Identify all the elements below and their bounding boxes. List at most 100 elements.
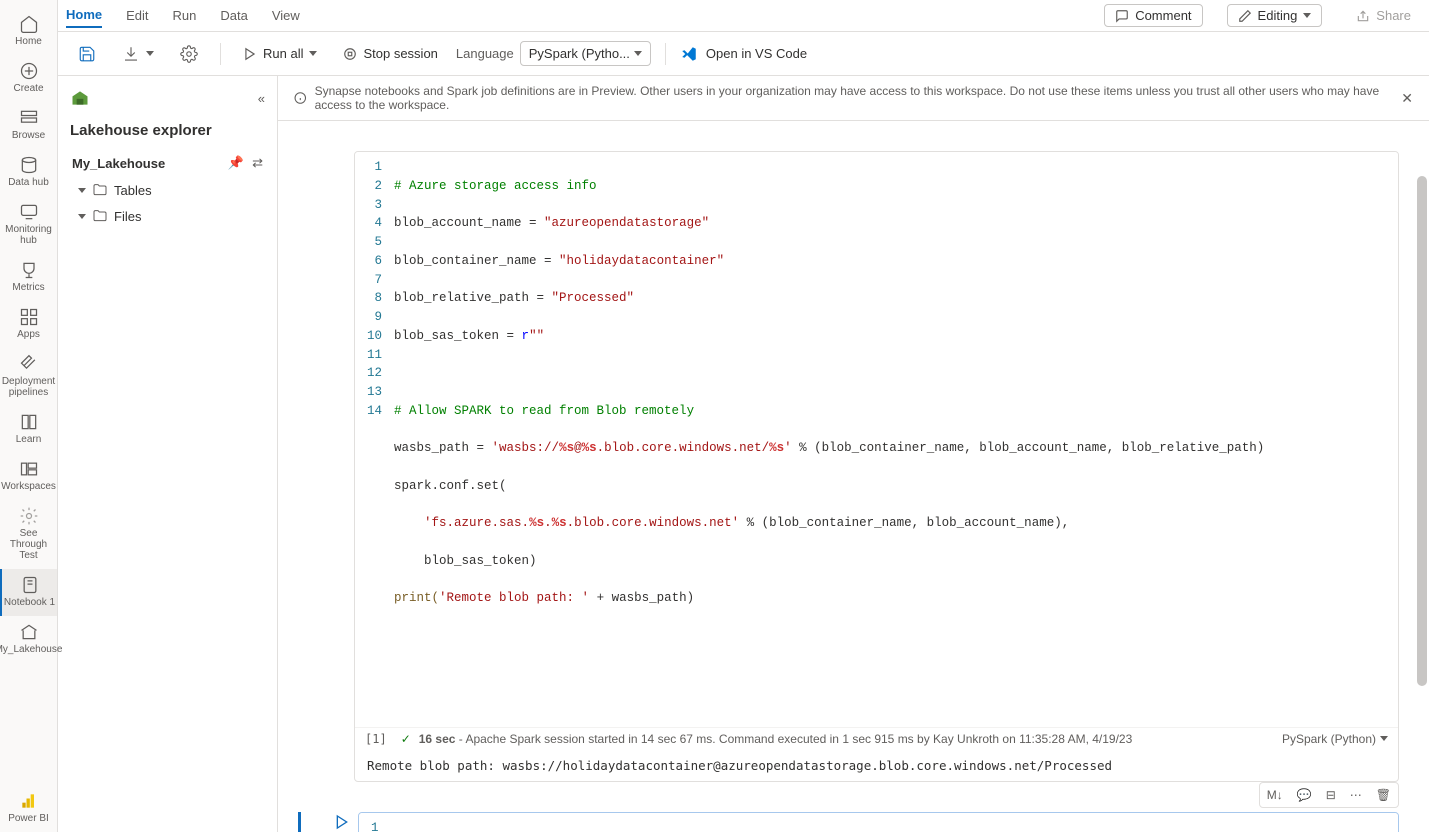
chevron-down-icon [146,51,154,56]
main-area: Home Edit Run Data View Comment Editing … [58,0,1429,832]
info-bar-text: Synapse notebooks and Spark job definiti… [315,84,1394,112]
cell-delete-button[interactable]: 🗑 [1371,785,1396,805]
code-editor-1[interactable]: 1234567891011121314 # Azure storage acce… [355,152,1398,727]
refresh-icon[interactable]: ⇄ [252,155,263,171]
rail-metrics[interactable]: Metrics [0,254,57,301]
cell-1: 1234567891011121314 # Azure storage acce… [298,151,1399,782]
plus-circle-icon [19,61,39,81]
run-all-label: Run all [263,46,303,61]
language-select[interactable]: PySpark (Pytho... [520,41,651,66]
cell-1-lang[interactable]: PySpark (Python) [1282,732,1376,746]
gear-icon [180,45,198,63]
tree-files[interactable]: Files [58,203,277,229]
rail-powerbi[interactable]: Power BI [0,785,57,832]
chevron-down-icon [1380,736,1388,741]
convert-md-button[interactable]: M↓ [1262,785,1288,805]
save-icon [78,45,96,63]
rail-create[interactable]: Create [0,55,57,102]
save-button[interactable] [70,41,104,67]
pencil-icon [1238,9,1252,23]
home-icon [19,14,39,34]
rocket-icon [19,354,39,374]
tree-tables[interactable]: Tables [58,177,277,203]
settings-button[interactable] [172,41,206,67]
language-label: Language [456,46,514,61]
workspaces-icon [19,459,39,479]
lakehouse-name-row[interactable]: My_Lakehouse 📌 ⇄ [58,149,277,177]
rail-learn-label: Learn [16,434,42,445]
rail-notebook-label: Notebook 1 [4,597,55,608]
lakehouse-name: My_Lakehouse [72,156,165,171]
notebook-icon [20,575,40,595]
cell-more-button[interactable]: ⋯ [1345,785,1367,805]
menu-run[interactable]: Run [173,4,197,27]
rail-mylakehouse-label: My_Lakehouse [0,644,62,655]
rail-deployment[interactable]: Deployment pipelines [0,348,57,406]
comment-label: Comment [1135,8,1191,23]
stop-session-button[interactable]: Stop session [335,42,445,65]
browse-icon [19,108,39,128]
rail-mylakehouse[interactable]: My_Lakehouse [0,616,57,663]
menubar: Home Edit Run Data View Comment Editing … [58,0,1429,32]
rail-workspaces-label: Workspaces [1,481,56,492]
cell-collapse-button[interactable]: ⊟ [1321,785,1341,805]
menu-edit[interactable]: Edit [126,4,148,27]
apps-icon [19,307,39,327]
code-editor-2[interactable]: 1234 # Read Parquet file into a DataFram… [359,813,1398,832]
book-icon [19,412,39,432]
menu-data[interactable]: Data [220,4,247,27]
share-button[interactable]: Share [1346,5,1421,26]
rail-apps[interactable]: Apps [0,301,57,348]
rail-browse[interactable]: Browse [0,102,57,149]
pin-icon[interactable]: 📌 [228,155,244,171]
rail-create-label: Create [13,83,43,94]
powerbi-icon [19,791,39,811]
chevron-down-icon [78,188,86,193]
menu-view[interactable]: View [272,4,300,27]
rail-learn[interactable]: Learn [0,406,57,453]
rail-seethrough-label: See Through Test [0,528,57,561]
cell-2-toolbar: M↓ 💬 ⊟ ⋯ 🗑 [1259,782,1399,808]
download-button[interactable] [114,41,162,67]
rail-workspaces[interactable]: Workspaces [0,453,57,500]
comment-icon [1115,9,1129,23]
chevron-down-icon [309,51,317,56]
run-all-button[interactable]: Run all [235,42,325,65]
explorer-title: Lakehouse explorer [58,116,277,149]
cell-1-output: Remote blob path: wasbs://holidaydatacon… [355,750,1398,781]
editing-button[interactable]: Editing [1227,4,1323,27]
data-hub-icon [19,155,39,175]
folder-icon [92,182,108,198]
close-info-icon[interactable]: ✕ [1401,90,1413,107]
cell-comment-button[interactable]: 💬 [1292,785,1317,805]
share-icon [1356,9,1370,23]
lakehouse-icon [19,622,39,642]
rail-monitoring[interactable]: Monitoring hub [0,196,57,254]
chevron-down-icon [1303,13,1311,18]
tree-files-label: Files [114,209,141,224]
rail-home-label: Home [15,36,42,47]
comment-button[interactable]: Comment [1104,4,1202,27]
open-vscode-button[interactable]: Open in VS Code [680,45,807,63]
rail-deployment-label: Deployment pipelines [0,376,57,398]
preview-info-bar: Synapse notebooks and Spark job definiti… [278,76,1429,121]
rail-datahub[interactable]: Data hub [0,149,57,196]
rail-notebook[interactable]: Notebook 1 [0,569,57,616]
chevron-down-icon [634,51,642,56]
rail-home[interactable]: Home [0,8,57,55]
rail-browse-label: Browse [12,130,45,141]
left-nav-rail: Home Create Browse Data hub Monitoring h… [0,0,58,832]
check-icon: ✓ [401,732,411,746]
info-icon [294,91,307,105]
download-icon [122,45,140,63]
language-value: PySpark (Pytho... [529,46,630,61]
collapse-explorer-icon[interactable]: « [258,91,265,106]
lakehouse-tab-icon[interactable] [70,88,90,108]
notebook-area: Synapse notebooks and Spark job definiti… [278,76,1429,832]
scrollbar[interactable] [1417,176,1427,686]
stop-icon [343,47,357,61]
rail-seethrough[interactable]: See Through Test [0,500,57,569]
run-cell-button[interactable] [334,814,350,830]
chevron-down-icon [78,214,86,219]
menu-home[interactable]: Home [66,3,102,28]
